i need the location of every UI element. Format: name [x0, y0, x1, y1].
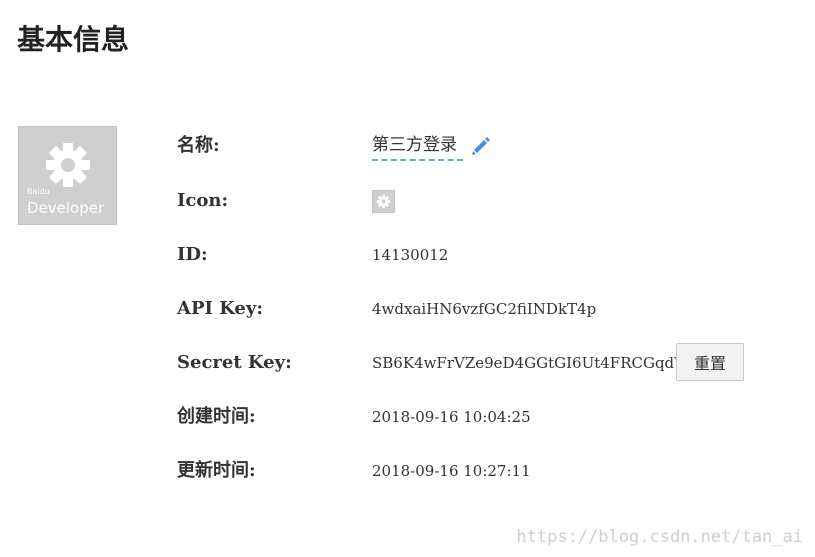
app-id-value: 14130012	[372, 246, 449, 264]
field-label-name: 名称:	[177, 135, 220, 156]
api-key-value: 4wdxaiHN6vzfGC2fiINDkT4p	[372, 300, 597, 318]
field-label-api-key: API Key:	[177, 298, 263, 319]
page-title: 基本信息	[17, 23, 130, 56]
app-icon-thumbnail	[372, 190, 395, 213]
field-label-secret-key: Secret Key:	[177, 352, 292, 373]
app-logo: Baidu Developer	[18, 126, 117, 225]
reset-secret-key-button[interactable]: 重置	[676, 343, 744, 381]
gear-icon	[376, 194, 391, 209]
watermark: https://blog.csdn.net/tan_ai	[516, 527, 803, 547]
gear-icon	[46, 143, 90, 187]
pencil-icon[interactable]	[470, 135, 492, 157]
field-label-id: ID:	[177, 244, 208, 265]
created-time-value: 2018-09-16 10:04:25	[372, 408, 531, 426]
field-label-icon: Icon:	[177, 190, 229, 211]
logo-brand-small: Baidu	[27, 187, 50, 196]
app-name-value[interactable]: 第三方登录	[372, 131, 463, 161]
secret-key-value: SB6K4wFrVZe9eD4GGtGI6Ut4FRCGqdWk	[372, 354, 699, 372]
logo-brand-large: Developer	[27, 199, 105, 217]
field-label-updated: 更新时间:	[177, 460, 256, 481]
field-label-created: 创建时间:	[177, 406, 256, 427]
updated-time-value: 2018-09-16 10:27:11	[372, 462, 531, 480]
